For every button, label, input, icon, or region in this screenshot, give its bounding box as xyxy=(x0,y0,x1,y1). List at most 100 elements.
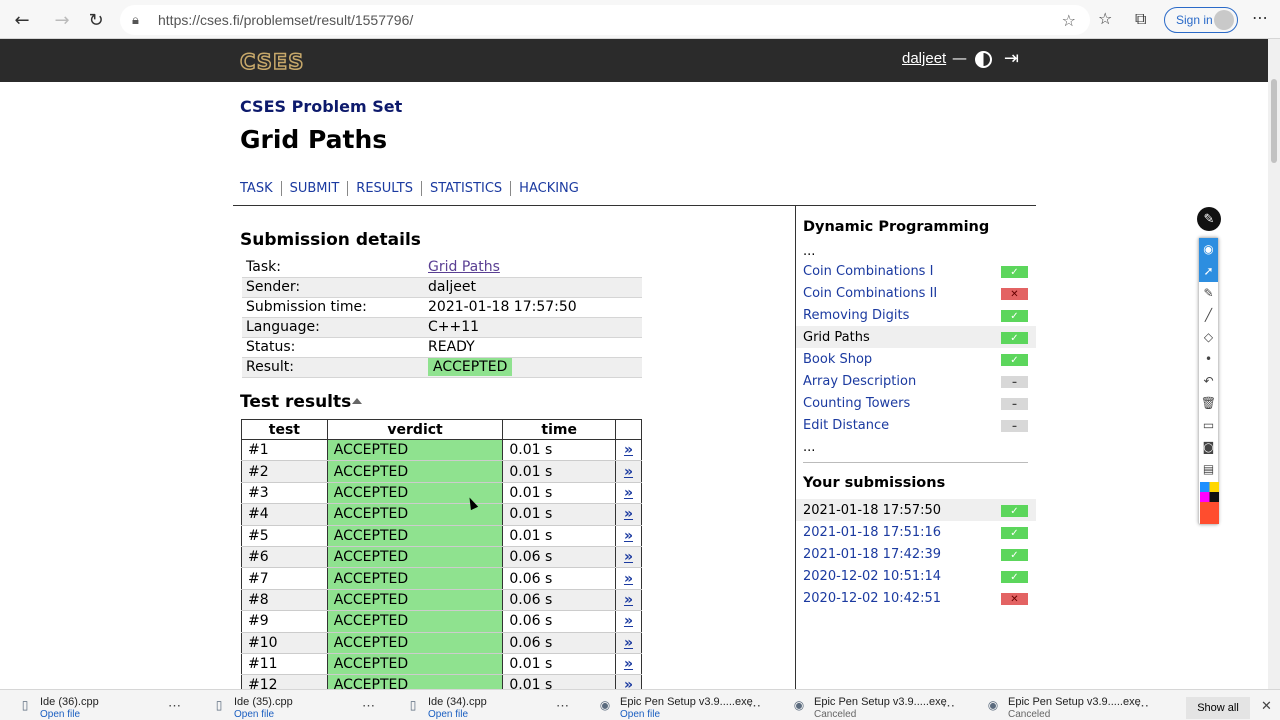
color-swatch[interactable] xyxy=(1200,482,1219,492)
sidebar-item[interactable]: Edit Distance – xyxy=(796,414,1036,436)
test-details-link[interactable]: » xyxy=(615,439,642,462)
submission-item[interactable]: 2021-01-18 17:42:39 ✓ xyxy=(796,543,1036,565)
collapse-triangle-icon[interactable] xyxy=(352,398,362,404)
clipboard-icon[interactable]: ▤ xyxy=(1199,458,1218,480)
forward-arrow-icon[interactable]: → xyxy=(50,8,74,32)
submission-item[interactable]: 2021-01-18 17:51:16 ✓ xyxy=(796,521,1036,543)
submission-item[interactable]: 2020-12-02 10:42:51 ✕ xyxy=(796,587,1036,609)
color-swatch[interactable] xyxy=(1200,492,1219,502)
pen-icon[interactable]: ✎ xyxy=(1199,282,1218,304)
tab-results[interactable]: RESULTS xyxy=(347,181,421,196)
sidebar-item[interactable]: Array Description – xyxy=(796,370,1036,392)
show-all-button[interactable]: Show all xyxy=(1186,697,1250,719)
sidebar-item[interactable]: Book Shop ✓ xyxy=(796,348,1036,370)
details-row: Submission time: 2021-01-18 17:57:50 xyxy=(242,297,642,318)
sign-in-button[interactable]: Sign in xyxy=(1164,7,1238,33)
problem-link[interactable]: Grid Paths xyxy=(803,330,870,345)
test-details-link[interactable]: » xyxy=(615,589,642,612)
close-icon[interactable]: ✕ xyxy=(1261,699,1272,714)
test-details-link[interactable]: » xyxy=(615,632,642,654)
problem-link[interactable]: Coin Combinations I xyxy=(803,264,933,279)
sidebar-item[interactable]: Coin Combinations II ✕ xyxy=(796,282,1036,304)
test-details-link[interactable]: » xyxy=(615,503,642,526)
problem-link[interactable]: Edit Distance xyxy=(803,418,889,433)
more-options-icon[interactable]: ⋯ xyxy=(1136,698,1149,714)
dark-mode-toggle-icon[interactable] xyxy=(975,51,992,68)
page-scrollbar[interactable] xyxy=(1268,39,1280,689)
submission-link[interactable]: 2021-01-18 17:42:39 xyxy=(803,547,941,562)
tab-statistics[interactable]: STATISTICS xyxy=(420,181,510,196)
test-details-link[interactable]: » xyxy=(615,482,642,505)
whiteboard-icon[interactable]: ▭ xyxy=(1199,414,1218,436)
favorite-star-icon[interactable]: ☆ xyxy=(1062,11,1076,30)
download-status[interactable]: Open file xyxy=(428,709,468,720)
problem-link[interactable]: Coin Combinations II xyxy=(803,286,937,301)
more-options-icon[interactable]: ⋯ xyxy=(362,698,375,714)
sidebar-item[interactable]: Removing Digits ✓ xyxy=(796,304,1036,326)
problem-link[interactable]: Counting Towers xyxy=(803,396,910,411)
submission-link[interactable]: 2020-12-02 10:51:14 xyxy=(803,569,941,584)
download-status[interactable]: Open file xyxy=(40,709,80,720)
sidebar-item[interactable]: Grid Paths ✓ xyxy=(796,326,1036,348)
download-item[interactable]: ◉ Epic Pen Setup v3.9.....exe Canceled ⋯ xyxy=(792,694,972,720)
download-item[interactable]: ◉ Epic Pen Setup v3.9.....exe Open file ⋯ xyxy=(598,694,778,720)
cursor-icon[interactable]: ➚ xyxy=(1199,260,1218,282)
undo-icon[interactable]: ↶ xyxy=(1199,370,1218,392)
download-item[interactable]: ▯ Ide (36).cpp Open file ⋯ xyxy=(18,694,198,720)
favorites-icon[interactable]: ☆ xyxy=(1098,9,1112,28)
problem-link[interactable]: Removing Digits xyxy=(803,308,909,323)
submission-item[interactable]: 2021-01-18 17:57:50 ✓ xyxy=(796,499,1036,521)
logout-icon[interactable]: ⇥ xyxy=(1004,48,1019,69)
collections-icon[interactable]: ⧉ xyxy=(1135,9,1146,29)
test-results-heading[interactable]: Test results xyxy=(240,392,351,412)
download-item[interactable]: ▯ Ide (34).cpp Open file ⋯ xyxy=(406,694,586,720)
refresh-icon[interactable]: ↻ xyxy=(84,8,108,32)
submission-link[interactable]: 2021-01-18 17:57:50 xyxy=(803,503,941,518)
address-bar[interactable]: 🔒︎ https://cses.fi/problemset/result/155… xyxy=(120,5,1090,35)
highlighter-icon[interactable]: ╱ xyxy=(1199,304,1218,326)
download-status[interactable]: Open file xyxy=(234,709,274,720)
tab-task[interactable]: TASK xyxy=(240,181,281,196)
test-details-link[interactable]: » xyxy=(615,653,642,676)
scrollbar-thumb[interactable] xyxy=(1271,79,1277,163)
cses-logo[interactable]: CSES xyxy=(239,49,304,75)
submission-item[interactable]: 2020-12-02 10:51:14 ✓ xyxy=(796,565,1036,587)
username-link[interactable]: daljeet xyxy=(902,50,946,67)
test-details-link[interactable]: » xyxy=(615,610,642,633)
more-options-icon[interactable]: ⋯ xyxy=(942,698,955,714)
tab-submit[interactable]: SUBMIT xyxy=(280,181,348,196)
more-options-icon[interactable]: ⋯ xyxy=(168,698,181,714)
screenshot-icon[interactable]: ◙ xyxy=(1199,436,1218,458)
problem-link[interactable]: Array Description xyxy=(803,374,916,389)
color-swatch[interactable] xyxy=(1200,502,1219,524)
eye-icon[interactable]: ◉ xyxy=(1199,238,1218,260)
problemset-link[interactable]: CSES Problem Set xyxy=(240,97,402,116)
test-details-link[interactable]: » xyxy=(615,525,642,547)
more-options-icon[interactable]: ⋯ xyxy=(748,698,761,714)
download-status[interactable]: Open file xyxy=(620,709,660,720)
status-icon: – xyxy=(1001,420,1028,432)
sidebar-item[interactable]: Counting Towers – xyxy=(796,392,1036,414)
download-item[interactable]: ◉ Epic Pen Setup v3.9.....exe Canceled ⋯ xyxy=(986,694,1166,720)
task-link[interactable]: Grid Paths xyxy=(428,259,500,275)
test-details-link[interactable]: » xyxy=(615,460,642,483)
problem-link[interactable]: Book Shop xyxy=(803,352,872,367)
submission-link[interactable]: 2021-01-18 17:51:16 xyxy=(803,525,941,540)
brush-size-icon[interactable]: • xyxy=(1199,348,1218,370)
back-arrow-icon[interactable]: ← xyxy=(10,8,34,32)
more-options-icon[interactable]: ⋯ xyxy=(1252,8,1268,27)
epic-pen-logo-icon[interactable]: ✎ xyxy=(1197,207,1221,231)
submission-link[interactable]: 2020-12-02 10:42:51 xyxy=(803,591,941,606)
sidebar-section-title: Dynamic Programming xyxy=(803,219,990,235)
test-time: 0.01 s xyxy=(502,503,616,526)
test-details-link[interactable]: » xyxy=(615,567,642,590)
trash-icon[interactable]: 🗑︎ xyxy=(1199,392,1218,414)
avatar-icon xyxy=(1214,10,1234,30)
download-item[interactable]: ▯ Ide (35).cpp Open file ⋯ xyxy=(212,694,392,720)
tab-hacking[interactable]: HACKING xyxy=(510,181,587,196)
app-file-icon: ◉ xyxy=(599,698,611,712)
eraser-icon[interactable]: ◇ xyxy=(1199,326,1218,348)
test-details-link[interactable]: » xyxy=(615,546,642,569)
sidebar-item[interactable]: Coin Combinations I ✓ xyxy=(796,260,1036,282)
more-options-icon[interactable]: ⋯ xyxy=(556,698,569,714)
